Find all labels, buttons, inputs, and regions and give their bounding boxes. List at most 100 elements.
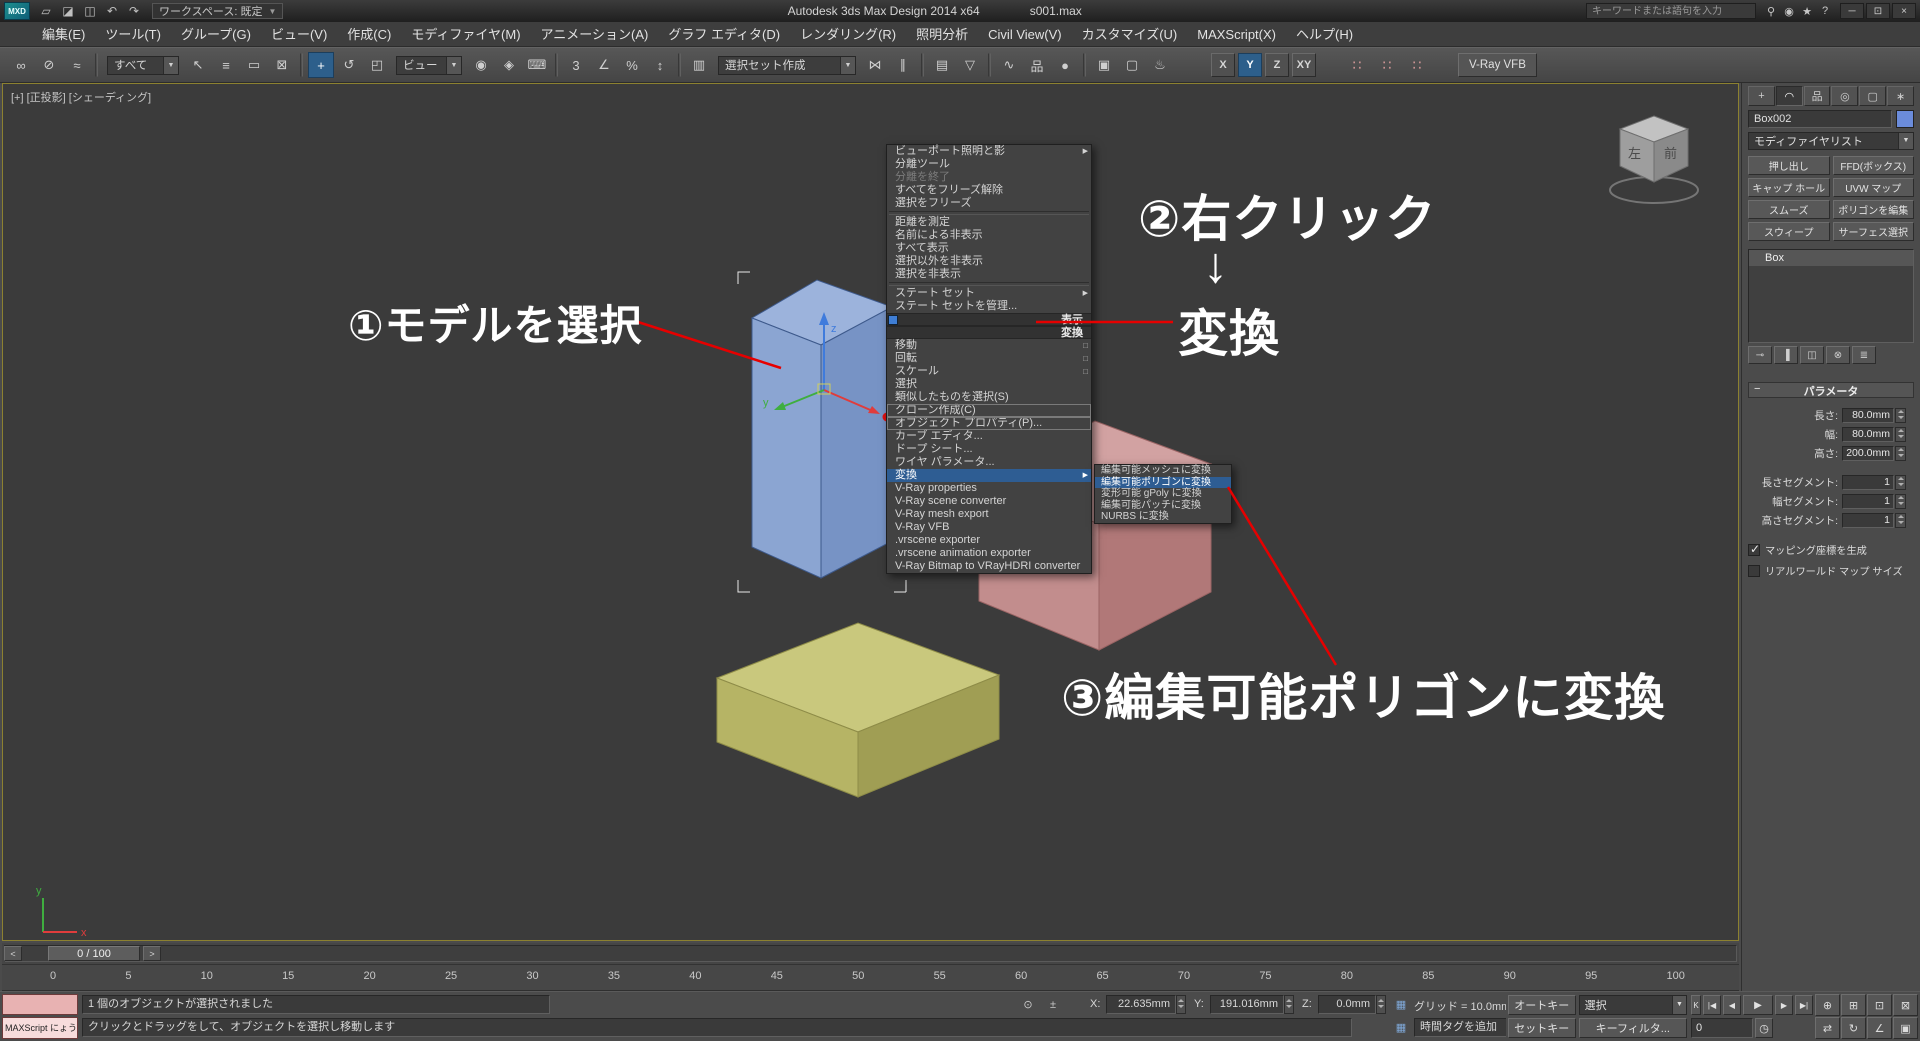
quad-menu-item[interactable]: スケール — [887, 365, 1091, 378]
configure-modifier-sets-icon[interactable]: ≣ — [1852, 346, 1876, 364]
time-tag-icon[interactable]: ▦ — [1392, 1019, 1410, 1036]
quad-menu-item[interactable]: V-Ray VFB — [887, 521, 1091, 534]
quad-menu-item[interactable]: .vrscene animation exporter — [887, 547, 1091, 560]
maximize-viewport-toggle-icon[interactable]: ▣ — [1893, 1017, 1918, 1039]
auto-key-button[interactable]: オートキー — [1508, 995, 1576, 1015]
curve-editor-icon[interactable]: ∿ — [996, 52, 1022, 78]
menu-item[interactable]: カスタマイズ(U) — [1072, 22, 1188, 47]
open-file-icon[interactable]: ◪ — [58, 2, 78, 20]
schematic-view-icon[interactable]: 品 — [1024, 52, 1050, 78]
motion-tab[interactable]: ◎ — [1831, 86, 1858, 106]
time-slider[interactable]: < 0 / 100 > — [2, 943, 1739, 965]
quad-menu-item[interactable]: クローン作成(C) — [887, 404, 1091, 417]
menu-item[interactable]: 編集(E) — [32, 22, 95, 47]
time-slider-track[interactable] — [4, 945, 1737, 962]
zoom-all-icon[interactable]: ⊞ — [1841, 994, 1866, 1016]
menu-item[interactable]: 作成(C) — [337, 22, 401, 47]
spinner[interactable] — [1895, 494, 1906, 509]
current-frame-field[interactable]: 0 — [1691, 1018, 1753, 1038]
modifier-stack[interactable]: Box — [1748, 249, 1914, 343]
spinner-snap-toggle-icon[interactable]: ↕ — [647, 52, 673, 78]
modifier-set-button[interactable]: FFD(ボックス) — [1833, 156, 1915, 175]
zoom-region-icon[interactable]: ⊠ — [1893, 994, 1918, 1016]
select-and-manipulate-icon[interactable]: ◈ — [496, 52, 522, 78]
z-spinner[interactable] — [1376, 995, 1386, 1014]
toolbar-icon[interactable] — [300, 53, 303, 77]
minimize-button[interactable]: ─ — [1840, 3, 1864, 19]
absolute-mode-toggle-icon[interactable]: ± — [1044, 996, 1062, 1013]
axis-constraint-x-button[interactable]: X — [1211, 53, 1235, 77]
undo-icon[interactable]: ↶ — [102, 2, 122, 20]
maxscript-macro-recorder[interactable] — [2, 994, 78, 1015]
toolbar-icon[interactable] — [95, 53, 98, 77]
quad-menu-item[interactable]: ステート セット — [887, 287, 1091, 300]
menu-item[interactable]: ツール(T) — [95, 22, 171, 47]
menu-item[interactable]: アニメーション(A) — [531, 22, 659, 47]
quad-menu-item[interactable]: 選択以外を非表示 — [887, 255, 1091, 268]
layer-manager-icon[interactable]: ▤ — [929, 52, 955, 78]
maxscript-mini-listener[interactable]: MAXScript にょう — [2, 1017, 78, 1039]
parameter-field[interactable]: 1 — [1842, 475, 1894, 490]
render-production-icon[interactable]: ♨ — [1147, 52, 1173, 78]
parameters-rollout-header[interactable]: − パラメータ — [1748, 382, 1914, 398]
selection-filter-dropdown[interactable]: すべて▼ — [107, 56, 179, 75]
selection-lock-toggle-icon[interactable]: ⊙ — [1019, 996, 1037, 1013]
previous-frame-icon[interactable]: ◀ — [1723, 995, 1741, 1015]
next-frame-button[interactable]: > — [143, 946, 161, 961]
modifier-set-button[interactable]: UVW マップ — [1833, 178, 1915, 197]
quad-menu-item[interactable]: ビューポート照明と影 — [887, 145, 1091, 158]
menu-item[interactable]: 照明分析 — [906, 22, 978, 47]
y-spinner[interactable] — [1284, 995, 1294, 1014]
close-button[interactable]: × — [1892, 3, 1916, 19]
menu-item[interactable]: ヘルプ(H) — [1286, 22, 1363, 47]
menu-item[interactable]: ビュー(V) — [261, 22, 337, 47]
x-spinner[interactable] — [1176, 995, 1186, 1014]
graphite-ribbon-toggle-icon[interactable]: ▽ — [957, 52, 983, 78]
spinner[interactable] — [1895, 446, 1906, 461]
modifier-set-button[interactable]: スウィープ — [1748, 222, 1830, 241]
show-end-result-icon[interactable]: ▐ — [1774, 346, 1798, 364]
max-logo[interactable]: MXD — [4, 2, 30, 20]
zoom-icon[interactable]: ⊕ — [1815, 994, 1840, 1016]
utilities-tab[interactable]: ∗ — [1887, 86, 1914, 106]
communication-center-icon[interactable]: ◉ — [1780, 3, 1798, 19]
quad-menu-item[interactable]: 類似したものを選択(S) — [887, 391, 1091, 404]
go-to-start-icon[interactable]: |◀ — [1703, 995, 1721, 1015]
parameter-field[interactable]: 80.0mm — [1842, 427, 1894, 442]
time-configuration-icon[interactable]: ◷ — [1755, 1018, 1773, 1038]
select-and-rotate-icon[interactable]: ↺ — [336, 52, 362, 78]
quad-menu-item[interactable]: .vrscene exporter — [887, 534, 1091, 547]
menu-item[interactable]: MAXScript(X) — [1187, 22, 1286, 47]
key-mode-toggle-icon[interactable]: K — [1691, 995, 1701, 1015]
submenu-item[interactable]: 編集可能ポリゴンに変換 — [1095, 477, 1231, 489]
viewport[interactable]: [+] [正投影] [シェーディング] — [2, 83, 1739, 941]
checkbox[interactable] — [1748, 544, 1760, 556]
spinner[interactable] — [1895, 408, 1906, 423]
quad-menu-item[interactable]: ワイヤ パラメータ... — [887, 456, 1091, 469]
menu-item[interactable]: グループ(G) — [171, 22, 261, 47]
track-bar[interactable]: 0510152025303540455055606570758085909510… — [2, 965, 1739, 991]
orbit-icon[interactable]: ↻ — [1841, 1017, 1866, 1039]
quad-menu-item[interactable]: すべてをフリーズ解除 — [887, 184, 1091, 197]
menu-item[interactable]: Civil View(V) — [978, 22, 1071, 47]
spinner[interactable] — [1895, 427, 1906, 442]
modifier-set-button[interactable]: スムーズ — [1748, 200, 1830, 219]
reference-coordinate-dropdown[interactable]: ビュー▼ — [396, 56, 462, 75]
docked-tools-icon-1[interactable]: ∷ — [1344, 52, 1370, 78]
select-and-link-icon[interactable]: ∞ — [8, 52, 34, 78]
snap-toggle-3d-icon[interactable]: 3 — [563, 52, 589, 78]
quad-menu-item[interactable]: すべて表示 — [887, 242, 1091, 255]
modifier-list-dropdown[interactable]: モディファイヤリスト ▼ — [1748, 132, 1914, 150]
key-filters-button[interactable]: キーフィルタ... — [1579, 1018, 1687, 1038]
toolbar-icon[interactable] — [988, 53, 991, 77]
z-coordinate-field[interactable]: 0.0mm — [1318, 995, 1376, 1014]
menu-item[interactable]: レンダリング(R) — [790, 22, 906, 47]
set-key-button[interactable]: セットキー — [1508, 1018, 1576, 1038]
quad-header-transform[interactable]: 変換 — [887, 326, 1091, 339]
favorites-star-icon[interactable]: ★ — [1798, 3, 1816, 19]
percent-snap-toggle-icon[interactable]: % — [619, 52, 645, 78]
quad-menu-item[interactable] — [889, 282, 1089, 286]
spinner[interactable] — [1895, 513, 1906, 528]
y-coordinate-field[interactable]: 191.016mm — [1210, 995, 1284, 1014]
named-selection-sets-dropdown[interactable]: 選択セット作成▼ — [718, 56, 856, 75]
